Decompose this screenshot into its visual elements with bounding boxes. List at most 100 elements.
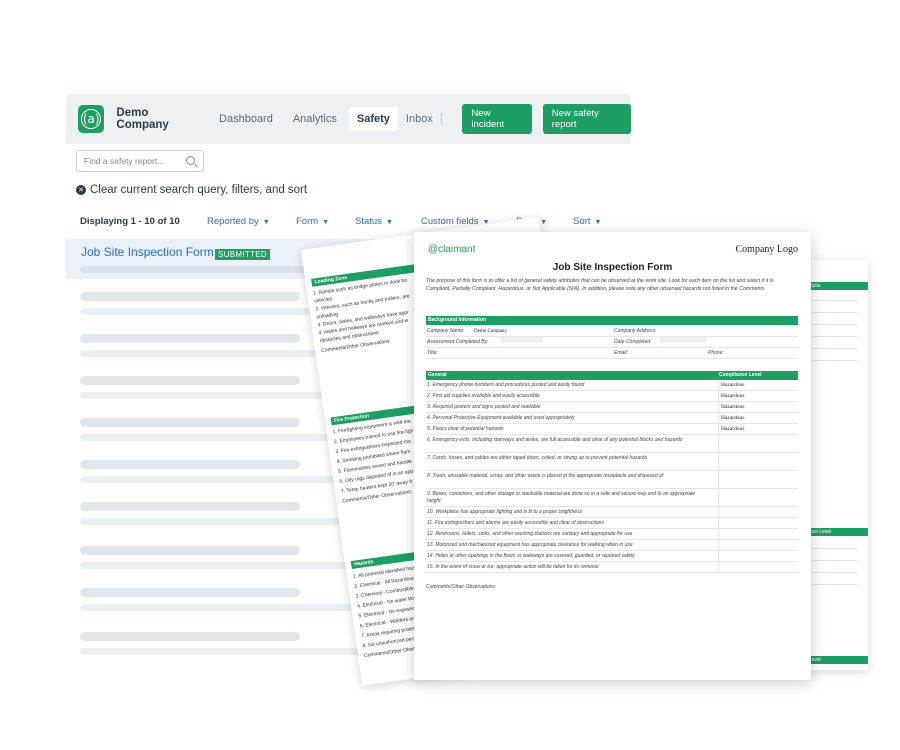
filter-label: Status: [355, 216, 382, 227]
column-divider: [718, 402, 719, 412]
background-row: Title: Email: Phone:: [426, 348, 798, 359]
new-incident-button[interactable]: New incident: [462, 104, 532, 134]
sort-dropdown[interactable]: Sort ▼: [573, 216, 601, 227]
checklist-row: 8. Trash, unusable material, scrap, and …: [426, 471, 798, 489]
checklist-row: 9. Boxes, containers, and other storage …: [426, 489, 798, 507]
skeleton-line: [80, 502, 300, 511]
field-label: Assessment Completed By:: [427, 339, 489, 345]
checklist-item: 3. Required posters and signs posted and…: [427, 404, 541, 410]
checklist-item: 9. Boxes, containers, and other storage …: [427, 491, 696, 504]
filter-label: Sort: [573, 216, 591, 227]
nav-overflow[interactable]: [440, 113, 449, 125]
search-input[interactable]: Find a safety report...: [76, 150, 204, 172]
checklist-row: 6. Emergency exits, including stairways …: [426, 435, 798, 453]
column-divider: [718, 529, 719, 539]
checklist-item: 10. Workplace has appropriate lighting a…: [427, 509, 583, 515]
skeleton-line: [80, 518, 380, 525]
form-intro: The purpose of this form is to offer a l…: [426, 278, 774, 292]
caret-down-icon: ▼: [540, 219, 548, 226]
filter-form[interactable]: Form ▼: [296, 216, 329, 227]
skeleton-line: [80, 604, 380, 611]
claimant-logo: @claimant: [428, 244, 476, 255]
top-navbar: (a) Demo Company Dashboard Analytics Saf…: [66, 94, 631, 144]
checklist-row: 14. Holes or other openings in the floor…: [426, 551, 798, 562]
nav-safety[interactable]: Safety: [348, 107, 398, 131]
checklist-row: 3. Required posters and signs posted and…: [426, 402, 798, 413]
skeleton-line: [80, 376, 300, 385]
column-divider: [718, 540, 719, 550]
field-label: Company Address:: [614, 328, 657, 334]
compliance-value: Hazardous: [721, 393, 745, 399]
field-value: Demo Company: [474, 329, 507, 334]
company-name[interactable]: Demo Company: [116, 107, 199, 131]
compliance-value: Hazardous: [721, 415, 745, 421]
checklist-item: 4. Personal Protective Equipment availab…: [427, 415, 575, 421]
skeleton-line: [80, 334, 300, 343]
at-icon: (a): [81, 109, 102, 129]
field-label: Company Name:: [427, 328, 465, 334]
field-value-fill: [501, 337, 543, 343]
filter-reported-by[interactable]: Reported by ▼: [207, 216, 270, 227]
column-divider: [718, 380, 719, 390]
field-label: Email:: [614, 350, 628, 356]
compliance-value: Hazardous: [721, 382, 745, 388]
checklist-item: 14. Holes or other openings in the floor…: [427, 553, 635, 559]
field-label: Title:: [427, 350, 438, 356]
column-divider: [718, 424, 719, 434]
checklist-item: 2. First aid supplies available and easi…: [427, 393, 540, 399]
column-divider: [718, 435, 719, 452]
nav-inbox[interactable]: Inbox: [406, 113, 433, 125]
clear-search-label: Clear current search query, filters, and…: [90, 184, 308, 196]
caret-down-icon: ▼: [262, 219, 270, 226]
clear-search-link[interactable]: ✕ Clear current search query, filters, a…: [76, 184, 307, 196]
column-divider: [718, 471, 719, 488]
filter-label: Form: [296, 216, 319, 227]
form-title: Job Site Inspection Form: [552, 262, 673, 273]
skeleton-line: [80, 418, 300, 427]
column-divider: [718, 413, 719, 423]
nav-dashboard[interactable]: Dashboard: [219, 113, 273, 125]
section-title: Background Information: [428, 317, 487, 323]
skeleton-line: [80, 546, 300, 555]
skeleton-line: [80, 588, 300, 597]
compliance-value: Hazardous: [721, 404, 745, 410]
column-divider: [718, 551, 719, 561]
checklist-row: 2. First aid supplies available and easi…: [426, 391, 798, 402]
checklist-row: 13. Motorized and mechanized equipment h…: [426, 540, 798, 551]
nav-analytics[interactable]: Analytics: [293, 113, 337, 125]
column-divider: [718, 489, 719, 506]
checklist-row: 11. Fire extinguishers and alarms are ea…: [426, 518, 798, 529]
filter-label: Reported by: [207, 216, 259, 227]
company-logo-placeholder: Company Logo: [735, 244, 799, 255]
skeleton-line: [80, 632, 300, 641]
checklist-item: 1. Emergency phone numbers and procedure…: [427, 382, 585, 388]
checklist-item: 11. Fire extinguishers and alarms are ea…: [427, 520, 604, 526]
background-row: Assessment Completed By: Date Completed:: [426, 337, 798, 348]
compliance-value: Hazardous: [721, 426, 745, 432]
section-title: General: [428, 372, 447, 378]
checklist-item: 15. In the event of snow or ice, appropr…: [427, 564, 599, 570]
checklist-item: 8. Trash, unusable material, scrap, and …: [427, 473, 664, 479]
checklist-row: 10. Workplace has appropriate lighting a…: [426, 507, 798, 518]
skeleton-line: [80, 648, 380, 655]
checklist-item: 13. Motorized and mechanized equipment h…: [427, 542, 633, 548]
result-count: Displaying 1 - 10 of 10: [80, 216, 180, 227]
column-divider: [718, 562, 719, 572]
caret-down-icon: ▼: [594, 219, 602, 226]
checklist-item: 6. Emergency exits, including stairways …: [427, 437, 683, 443]
checklist-item: 7. Cords, hoses, and cables are either t…: [427, 455, 648, 461]
skeleton-line: [80, 460, 300, 469]
search-icon[interactable]: [186, 156, 195, 165]
comments-label: Comments/Other Observations:: [426, 584, 497, 590]
close-circle-icon: ✕: [76, 185, 86, 195]
background-row: Company Name: Demo Company Company Addre…: [426, 326, 798, 337]
form-line: vehicles: [313, 296, 333, 305]
column-divider: [718, 518, 719, 528]
search-placeholder: Find a safety report...: [84, 156, 165, 166]
filter-status[interactable]: Status ▼: [355, 216, 393, 227]
new-safety-report-button[interactable]: New safety report: [542, 104, 631, 134]
skeleton-line: [80, 562, 380, 569]
report-title-link[interactable]: Job Site Inspection Form: [81, 245, 214, 259]
section-header-general: General Compliance Level: [426, 371, 798, 380]
app-logo[interactable]: (a): [78, 105, 105, 133]
